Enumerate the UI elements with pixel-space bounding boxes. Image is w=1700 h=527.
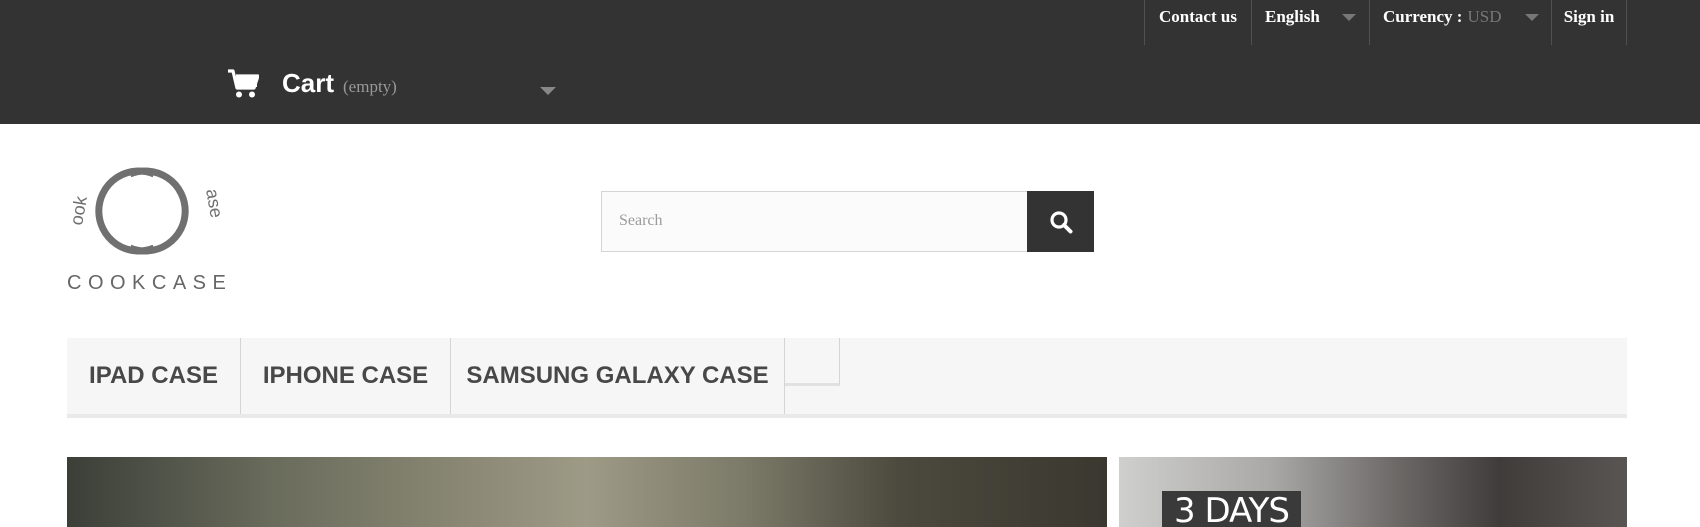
search-icon xyxy=(1049,210,1072,233)
main-menu: IPAD CASE IPHONE CASE SAMSUNG GALAXY CAS… xyxy=(67,338,1627,418)
chevron-down-icon xyxy=(1341,14,1356,21)
cart-status: (empty) xyxy=(343,76,397,96)
sign-in-link[interactable]: Sign in xyxy=(1551,0,1627,45)
shopping-cart-icon xyxy=(228,68,259,97)
cart-label: Cart xyxy=(282,68,335,98)
sign-in-label: Sign in xyxy=(1563,7,1615,26)
cart-button[interactable]: Cart (empty) xyxy=(227,68,556,99)
menu-item-label: IPHONE CASE xyxy=(262,362,429,389)
menu-item-ipad-case[interactable]: IPAD CASE xyxy=(67,338,241,414)
contact-us-link[interactable]: Contact us xyxy=(1144,0,1251,45)
promo-label: 3 DAYS xyxy=(1162,491,1301,527)
logo-text: COOKCASE xyxy=(67,272,233,294)
currency-selector[interactable]: Currency : USD xyxy=(1369,0,1551,45)
logo-mark: ook ase xyxy=(66,167,227,255)
language-selector[interactable]: English xyxy=(1251,0,1369,45)
menu-item-samsung-galaxy-case[interactable]: SAMSUNG GALAXY CASE xyxy=(451,338,785,414)
logo-ring-right-text: ase xyxy=(202,187,227,219)
search-button[interactable] xyxy=(1027,191,1094,252)
menu-item-empty[interactable] xyxy=(785,338,840,386)
menu-item-label: SAMSUNG GALAXY CASE xyxy=(466,362,769,389)
top-nav: Contact us English Currency : USD Sign i… xyxy=(1144,0,1627,45)
top-header: Contact us English Currency : USD Sign i… xyxy=(0,0,1700,124)
chevron-down-icon[interactable] xyxy=(540,87,556,95)
promo-banner[interactable]: 3 DAYS xyxy=(1119,457,1627,527)
contact-us-label: Contact us xyxy=(1159,7,1237,26)
chevron-down-icon xyxy=(1524,14,1539,21)
search-input[interactable]: Search xyxy=(601,191,1028,252)
search-placeholder: Search xyxy=(619,212,663,229)
menu-item-iphone-case[interactable]: IPHONE CASE xyxy=(241,338,451,414)
currency-value: USD xyxy=(1467,7,1502,26)
hero-banner[interactable] xyxy=(67,457,1107,527)
currency-label: Currency : xyxy=(1383,7,1463,26)
logo-ring-left-text: ook xyxy=(66,194,91,227)
language-value: English xyxy=(1265,7,1320,26)
menu-item-label: IPAD CASE xyxy=(89,362,218,389)
